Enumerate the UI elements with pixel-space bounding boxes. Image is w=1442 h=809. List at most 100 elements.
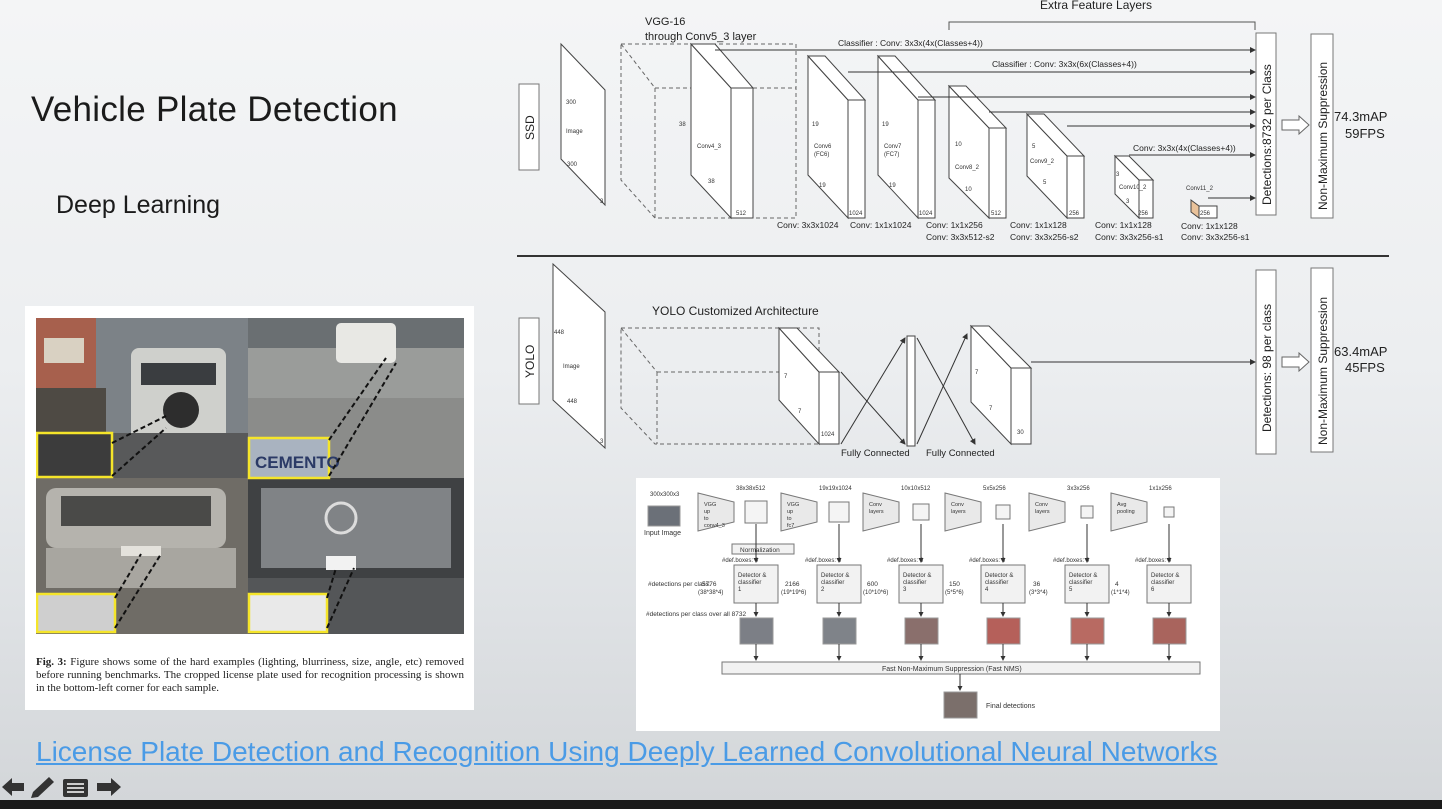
default-boxes-label: #def.boxes: 4 <box>1135 558 1172 564</box>
svg-text:Conv: 3x3x1024: Conv: 3x3x1024 <box>777 220 839 230</box>
extra-feature-layers-label: Extra Feature Layers <box>1040 0 1152 12</box>
ssd-yolo-architecture-diagram: Extra Feature Layers VGG-16 through Conv… <box>517 0 1389 459</box>
license-plate-photo-collage: CEMENTO <box>36 318 464 634</box>
default-boxes-label: #def.boxes: 6 <box>887 558 924 564</box>
svg-text:Classifier : Conv: 3x3x(6x(Cla: Classifier : Conv: 3x3x(6x(Classes+4)) <box>992 59 1137 69</box>
pencil-icon[interactable] <box>31 777 54 798</box>
detection-thumbnail <box>1152 617 1187 645</box>
paper-link[interactable]: License Plate Detection and Recognition … <box>36 736 1217 768</box>
ssd-pipeline-diagram: 300x300x3 Input Image Normalization #det… <box>636 478 1220 731</box>
svg-text:Conv: 1x1x256: Conv: 1x1x256 <box>926 220 983 230</box>
feature-map-size: 19x19x1024 <box>819 486 852 492</box>
svg-text:Conv: 3x3x(4x(Classes+4)): Conv: 3x3x(4x(Classes+4)) <box>1133 143 1236 153</box>
feature-map <box>744 500 768 524</box>
svg-text:19: 19 <box>889 183 896 189</box>
default-boxes-label: #def.boxes: 4 <box>722 558 759 564</box>
svg-text:300x300x3: 300x300x3 <box>650 492 680 498</box>
detection-formula: (3*3*4) <box>1029 590 1048 596</box>
svg-text:Conv7: Conv7 <box>884 144 902 150</box>
layer-block-label: Conv <box>869 502 882 508</box>
svg-text:38: 38 <box>679 122 686 128</box>
detector-label: Detector & <box>1151 573 1179 579</box>
layer-block-label: to <box>787 516 792 522</box>
svg-text:Image: Image <box>563 364 580 370</box>
svg-text:19: 19 <box>882 122 889 128</box>
detection-count: 4 <box>1115 581 1119 588</box>
detection-count: 150 <box>949 581 960 588</box>
layer-block-label: layers <box>1035 509 1050 515</box>
detector-label: classifier <box>985 580 1008 586</box>
svg-text:(FC7): (FC7) <box>884 152 899 158</box>
yolo-fps: 45FPS <box>1345 360 1385 375</box>
default-boxes-label: #def.boxes: 4 <box>1053 558 1090 564</box>
detection-count: 36 <box>1033 581 1041 588</box>
svg-text:Classifier : Conv: 3x3x(4x(Cla: Classifier : Conv: 3x3x(4x(Classes+4)) <box>838 38 983 48</box>
menu-icon[interactable] <box>63 779 88 797</box>
ssd-label: SSD <box>523 115 537 140</box>
feature-map <box>912 503 930 521</box>
svg-text:Normalization: Normalization <box>740 547 780 554</box>
feature-map <box>995 504 1011 520</box>
svg-text:256: 256 <box>1069 211 1080 217</box>
figure-panel: CEMENTO Fig. 3: Figure shows some of the… <box>25 306 474 710</box>
detector-label: classifier <box>1069 580 1092 586</box>
ssd-detections-label: Detections:8732 per Class <box>1260 64 1274 205</box>
svg-text:Conv: 1x1x128: Conv: 1x1x128 <box>1010 220 1067 230</box>
svg-text:300: 300 <box>566 100 577 106</box>
svg-text:512: 512 <box>991 211 1002 217</box>
slide-nav-toolbar <box>0 774 125 800</box>
feature-map-size: 38x38x512 <box>736 486 766 492</box>
detection-formula: (10*10*6) <box>863 590 888 596</box>
svg-text:1024: 1024 <box>919 211 933 217</box>
svg-text:Conv8_2: Conv8_2 <box>955 165 980 171</box>
feature-map-size: 10x10x512 <box>901 486 931 492</box>
detector-label: Detector & <box>985 573 1013 579</box>
detection-count: 600 <box>867 581 878 588</box>
layer-block-label: up <box>704 509 710 515</box>
svg-text:Conv: 1x1x128: Conv: 1x1x128 <box>1181 221 1238 231</box>
caption-label: Fig. 3: <box>36 656 67 668</box>
detector-label: Detector & <box>738 573 766 579</box>
detector-label: Detector & <box>1069 573 1097 579</box>
detection-formula: (5*5*6) <box>945 590 964 596</box>
svg-text:Image: Image <box>566 129 583 135</box>
svg-text:Conv4_3: Conv4_3 <box>697 144 722 150</box>
plate-text: CEMENTO <box>255 453 340 472</box>
yolo-label: YOLO <box>523 345 537 378</box>
svg-text:19: 19 <box>819 183 826 189</box>
feature-map <box>1163 506 1175 518</box>
svg-text:1024: 1024 <box>849 211 863 217</box>
svg-text:Conv: 1x1x1024: Conv: 1x1x1024 <box>850 220 912 230</box>
slide-title: Vehicle Plate Detection <box>31 90 398 129</box>
ssd-fps: 59FPS <box>1345 126 1385 141</box>
layer-block-label: Conv <box>1035 502 1048 508</box>
detection-thumbnail <box>1070 617 1105 645</box>
arrow-left-icon[interactable] <box>2 778 24 796</box>
svg-text:448: 448 <box>567 399 578 405</box>
default-boxes-label: #def.boxes: 6 <box>805 558 842 564</box>
svg-text:Conv: 3x3x512-s2: Conv: 3x3x512-s2 <box>926 232 995 242</box>
vgg-line2: through Conv5_3 layer <box>645 31 757 43</box>
svg-text:Conv10_2: Conv10_2 <box>1119 185 1147 191</box>
vgg-line1: VGG-16 <box>645 16 685 28</box>
layer-block-label: layers <box>951 509 966 515</box>
detection-count: 2166 <box>785 581 800 588</box>
svg-text:Conv: 3x3x256-s1: Conv: 3x3x256-s1 <box>1095 232 1164 242</box>
detection-thumbnail <box>904 617 939 645</box>
detector-label: classifier <box>821 580 844 586</box>
layer-block-label: up <box>787 509 793 515</box>
detector-label: classifier <box>903 580 926 586</box>
svg-text:256: 256 <box>1138 211 1149 217</box>
svg-text:#detections per class over all: #detections per class over all 8732 <box>646 611 746 618</box>
svg-text:512: 512 <box>736 211 747 217</box>
svg-text:Final detections: Final detections <box>986 703 1036 710</box>
svg-text:Conv: 3x3x256-s1: Conv: 3x3x256-s1 <box>1181 232 1250 242</box>
arrow-right-icon[interactable] <box>97 778 121 796</box>
svg-text:19: 19 <box>812 122 819 128</box>
svg-text:1024: 1024 <box>821 432 835 438</box>
default-boxes-label: #def.boxes: 6 <box>969 558 1006 564</box>
ssd-nms-label: Non-Maximum Suppression <box>1316 62 1330 210</box>
feature-map <box>1080 505 1094 519</box>
svg-text:Conv: 3x3x256-s2: Conv: 3x3x256-s2 <box>1010 232 1079 242</box>
layer-block-label: conv4_3 <box>704 523 725 529</box>
